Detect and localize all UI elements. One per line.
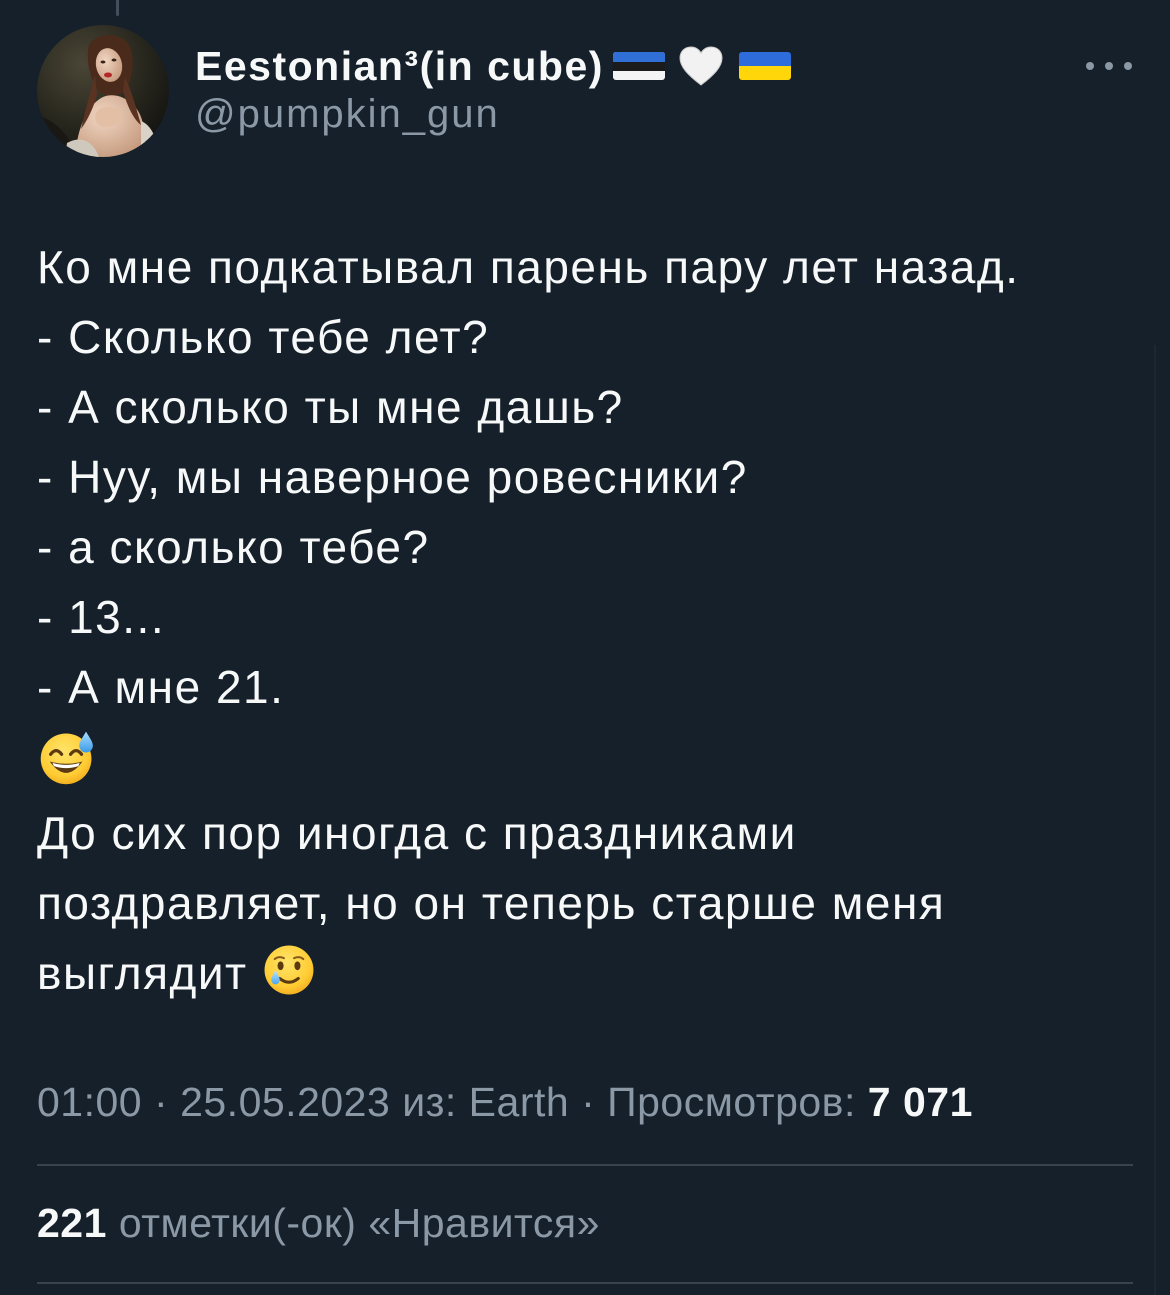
views-count: 7 071 (867, 1079, 973, 1125)
author-avatar[interactable] (37, 25, 169, 157)
tweet-line: - Нуу, мы наверное ровесники? (37, 451, 748, 503)
tweet-line: - 13... (37, 591, 166, 643)
tweet-line: - а сколько тебе? (37, 521, 430, 573)
more-dot (1086, 62, 1094, 70)
more-dot (1124, 62, 1132, 70)
more-dot (1105, 62, 1113, 70)
author-display-name[interactable]: Eestonian³(in cube) (195, 45, 604, 87)
more-options-icon[interactable] (1086, 54, 1132, 78)
likes-count-link[interactable]: 221 отметки(-ок) «Нравится» (37, 1203, 600, 1244)
likes-count: 221 (37, 1200, 107, 1246)
avatar-painting-image (37, 25, 169, 157)
tweet-emoji-line (37, 728, 1137, 798)
tweet-text: Ко мне подкатывал парень пару лет назад.… (37, 232, 1137, 1008)
tweet-source: из: Earth (402, 1079, 570, 1125)
tweet-time: 01:00 (37, 1079, 143, 1125)
tweet-line-text: выглядит (37, 947, 248, 999)
ukraine-flag-icon (738, 52, 791, 80)
meta-separator: · (581, 1079, 596, 1125)
author-name-row: Eestonian³(in cube) (195, 44, 792, 88)
white-heart-icon (679, 46, 723, 86)
divider (37, 1282, 1133, 1284)
tweet-line: - А сколько ты мне дашь? (37, 381, 624, 433)
tweet-last-line: выглядит (37, 938, 1137, 1008)
views-label: Просмотров: (607, 1079, 856, 1125)
likes-label: отметки(-ок) «Нравится» (118, 1200, 600, 1246)
author-handle[interactable]: @pumpkin_gun (195, 94, 500, 134)
tweet-line: - Сколько тебе лет? (37, 311, 490, 363)
estonia-flag-icon (612, 52, 665, 80)
scrollbar-track (1154, 345, 1156, 1295)
tweet-line: - А мне 21. (37, 661, 285, 713)
tweet-line: До сих пор иногда с праздниками (37, 807, 797, 859)
divider (37, 1164, 1133, 1166)
tweet-timestamp-link[interactable]: 01:00 · 25.05.2023 (37, 1079, 390, 1125)
grinning-face-with-sweat-icon (40, 731, 93, 785)
tweet-date: 25.05.2023 (180, 1079, 391, 1125)
thread-connector-line (116, 0, 119, 16)
tweet-meta: 01:00 · 25.05.2023 из: Earth · Просмотро… (37, 1082, 973, 1123)
smiling-face-with-tear-icon (264, 945, 314, 995)
tweet-line: поздравляет, но он теперь старше меня (37, 877, 946, 929)
meta-separator: · (154, 1079, 169, 1125)
tweet-line: Ко мне подкатывал парень пару лет назад. (37, 241, 1020, 293)
